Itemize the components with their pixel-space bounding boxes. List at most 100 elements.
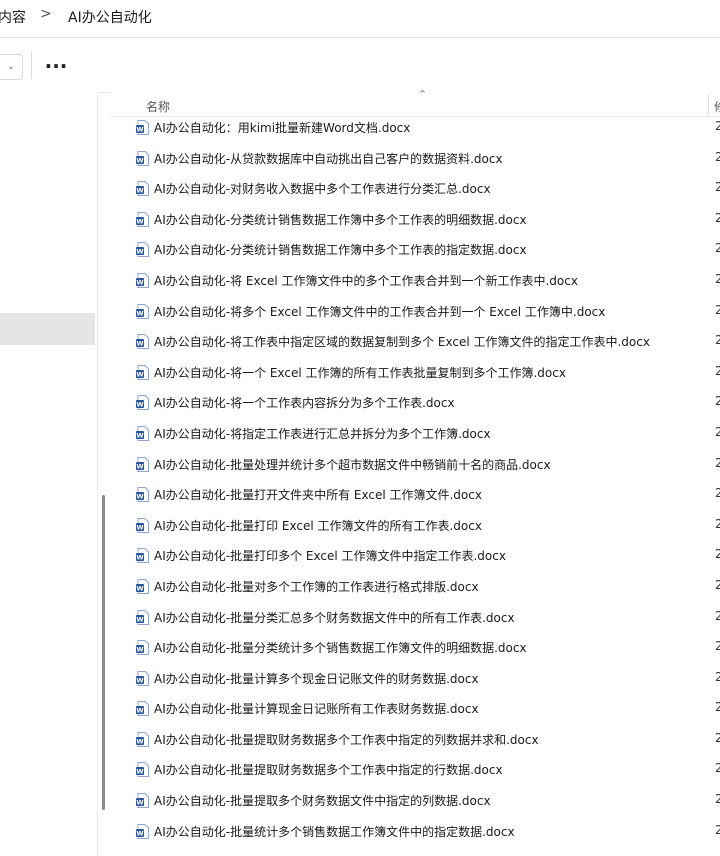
svg-text:W: W (136, 799, 143, 807)
file-date-modified: 2 (715, 822, 720, 837)
file-date-modified: 2 (715, 210, 720, 225)
word-doc-icon: W (136, 120, 149, 135)
file-row[interactable]: W AI办公自动化-分类统计销售数据工作簿中多个工作表的指定数据.docx 2 (110, 234, 720, 265)
file-name: AI办公自动化-批量打印多个 Excel 工作簿文件中指定工作表.docx (154, 549, 506, 564)
file-row[interactable]: W AI办公自动化-批量提取财务数据多个工作表中指定的列数据并求和.docx 2 (110, 724, 720, 755)
file-name: AI办公自动化-将指定工作表进行汇总并拆分为多个工作簿.docx (154, 426, 491, 441)
file-name: AI办公自动化：用kimi批量新建Word文档.docx (154, 121, 411, 135)
word-doc-icon: W (136, 548, 149, 564)
file-date-modified: 2 (715, 730, 720, 745)
file-name: AI办公自动化-批量分类汇总多个财务数据文件中的所有工作表.docx (154, 610, 515, 625)
file-row[interactable]: W AI办公自动化-将一个工作表内容拆分为多个工作表.docx 2 (110, 387, 720, 418)
file-name: AI办公自动化-分类统计销售数据工作簿中多个工作表的明细数据.docx (154, 212, 527, 227)
word-doc-icon: W (136, 364, 149, 380)
svg-text:W: W (136, 615, 143, 623)
file-row[interactable]: W AI办公自动化-批量打印多个 Excel 工作簿文件中指定工作表.docx … (110, 540, 720, 571)
file-row[interactable]: W AI办公自动化-批量打开文件夹中所有 Excel 工作簿文件.docx 2 (110, 479, 720, 510)
file-row[interactable]: W AI办公自动化-将工作表中指定区域的数据复制到多个 Excel 工作簿文件的… (110, 326, 720, 357)
word-doc-icon: W (136, 395, 149, 411)
svg-text:W: W (136, 156, 143, 164)
file-row[interactable]: W AI办公自动化-批量提取财务数据多个工作表中指定的行数据.docx 2 (110, 754, 720, 785)
file-date-modified: 2 (715, 669, 720, 684)
nav-item-selected[interactable] (0, 313, 95, 345)
svg-text:W: W (136, 554, 143, 562)
file-name: AI办公自动化-将工作表中指定区域的数据复制到多个 Excel 工作簿文件的指定… (154, 335, 650, 350)
svg-text:W: W (136, 432, 143, 440)
file-name: AI办公自动化-将多个 Excel 工作簿文件中的工作表合并到一个 Excel … (154, 304, 606, 319)
svg-text:W: W (136, 768, 143, 776)
svg-text:W: W (136, 217, 143, 225)
svg-text:W: W (136, 829, 143, 837)
toolbar-divider (31, 51, 32, 79)
word-doc-icon: W (136, 762, 149, 778)
file-row[interactable]: W AI办公自动化-批量分类汇总多个财务数据文件中的所有工作表.docx 2 (110, 602, 720, 633)
nav-scrollbar[interactable] (102, 495, 105, 810)
chevron-down-icon: ⌄ (6, 61, 16, 72)
svg-text:W: W (136, 279, 143, 287)
file-name: AI办公自动化-批量计算现金日记账所有工作表财务数据.docx (154, 702, 479, 717)
file-row[interactable]: W AI办公自动化-将 Excel 工作簿文件中的多个工作表合并到一个新工作表中… (110, 265, 720, 296)
file-name: AI办公自动化-对财务收入数据中多个工作表进行分类汇总.docx (154, 182, 491, 197)
view-dropdown-button[interactable]: ⌄ (0, 54, 23, 80)
word-doc-icon: W (136, 823, 149, 839)
file-row[interactable]: W AI办公自动化-将多个 Excel 工作簿文件中的工作表合并到一个 Exce… (110, 296, 720, 327)
file-row[interactable]: W AI办公自动化-对财务收入数据中多个工作表进行分类汇总.docx 2 (110, 173, 720, 204)
svg-text:W: W (136, 493, 143, 501)
word-doc-icon: W (136, 793, 149, 809)
word-doc-icon: W (136, 731, 149, 747)
word-doc-icon: W (136, 150, 149, 166)
file-date-modified: 2 (715, 302, 720, 317)
word-doc-icon: W (136, 517, 149, 533)
file-date-modified: 2 (715, 119, 720, 133)
file-row[interactable]: W AI办公自动化-从贷款数据库中自动挑出自己客户的数据资料.docx 2 (110, 143, 720, 174)
word-doc-icon: W (136, 242, 149, 258)
word-doc-icon: W (136, 578, 149, 594)
word-doc-icon: W (136, 211, 149, 227)
file-row[interactable]: W AI办公自动化-批量计算现金日记账所有工作表财务数据.docx 2 (110, 693, 720, 724)
file-row[interactable]: W AI办公自动化-将指定工作表进行汇总并拆分为多个工作簿.docx 2 (110, 418, 720, 449)
file-row[interactable]: W AI办公自动化-批量分类统计多个销售数据工作簿文件的明细数据.docx 2 (110, 632, 720, 663)
file-list: ⌃ 名称 修 W AI办公自动化：用kimi批量新建Word文档.docx 2 … (110, 88, 720, 856)
file-date-modified: 2 (715, 792, 720, 807)
file-name: AI办公自动化-批量提取多个财务数据文件中指定的列数据.docx (154, 794, 491, 809)
file-date-modified: 2 (715, 333, 720, 348)
see-more-button[interactable]: ... (42, 51, 70, 79)
svg-text:W: W (136, 370, 143, 378)
file-date-modified: 2 (715, 424, 720, 439)
sort-ascending-icon: ⌃ (418, 88, 428, 101)
file-name: AI办公自动化-将一个 Excel 工作簿的所有工作表批量复制到多个工作簿.do… (154, 365, 566, 380)
breadcrumb-separator: > (40, 6, 52, 22)
svg-text:W: W (136, 737, 143, 745)
file-row[interactable]: W AI办公自动化-批量计算多个现金日记账文件的财务数据.docx 2 (110, 663, 720, 694)
svg-text:W: W (136, 676, 143, 684)
breadcrumb-item-parent[interactable]: 内容 (0, 7, 26, 27)
file-date-modified: 2 (715, 271, 720, 286)
file-row[interactable]: W AI办公自动化-批量对多个工作簿的工作表进行格式排版.docx 2 (110, 571, 720, 602)
file-name: AI办公自动化-批量提取财务数据多个工作表中指定的行数据.docx (154, 763, 503, 778)
breadcrumb-item-current[interactable]: AI办公自动化 (68, 7, 152, 27)
file-name: AI办公自动化-批量计算多个现金日记账文件的财务数据.docx (154, 671, 479, 686)
file-date-modified: 2 (715, 700, 720, 715)
word-doc-icon: W (136, 181, 149, 197)
file-date-modified: 2 (715, 149, 720, 164)
file-name: AI办公自动化-批量打印 Excel 工作簿文件的所有工作表.docx (154, 518, 482, 533)
svg-text:W: W (136, 462, 143, 470)
file-row[interactable]: W AI办公自动化：用kimi批量新建Word文档.docx 2 (110, 112, 720, 143)
file-row[interactable]: W AI办公自动化-批量统计多个销售数据工作簿文件中的指定数据.docx 2 (110, 816, 720, 847)
file-date-modified: 2 (715, 455, 720, 470)
word-doc-icon: W (136, 425, 149, 441)
file-date-modified: 2 (715, 608, 720, 623)
file-row[interactable]: W AI办公自动化-批量打印 Excel 工作簿文件的所有工作表.docx 2 (110, 510, 720, 541)
breadcrumb: 内容 > AI办公自动化 (0, 0, 720, 34)
word-doc-icon: W (136, 701, 149, 717)
word-doc-icon: W (136, 670, 149, 686)
file-date-modified: 2 (715, 761, 720, 776)
file-row[interactable]: W AI办公自动化-分类统计销售数据工作簿中多个工作表的明细数据.docx 2 (110, 204, 720, 235)
file-row[interactable]: W AI办公自动化-批量处理并统计多个超市数据文件中畅销前十名的商品.docx … (110, 449, 720, 480)
file-row[interactable]: W AI办公自动化-将一个 Excel 工作簿的所有工作表批量复制到多个工作簿.… (110, 357, 720, 388)
svg-text:W: W (136, 309, 143, 317)
file-date-modified: 2 (715, 547, 720, 562)
file-date-modified: 2 (715, 241, 720, 256)
file-row[interactable]: W AI办公自动化-批量提取多个财务数据文件中指定的列数据.docx 2 (110, 785, 720, 816)
file-date-modified: 2 (715, 394, 720, 409)
